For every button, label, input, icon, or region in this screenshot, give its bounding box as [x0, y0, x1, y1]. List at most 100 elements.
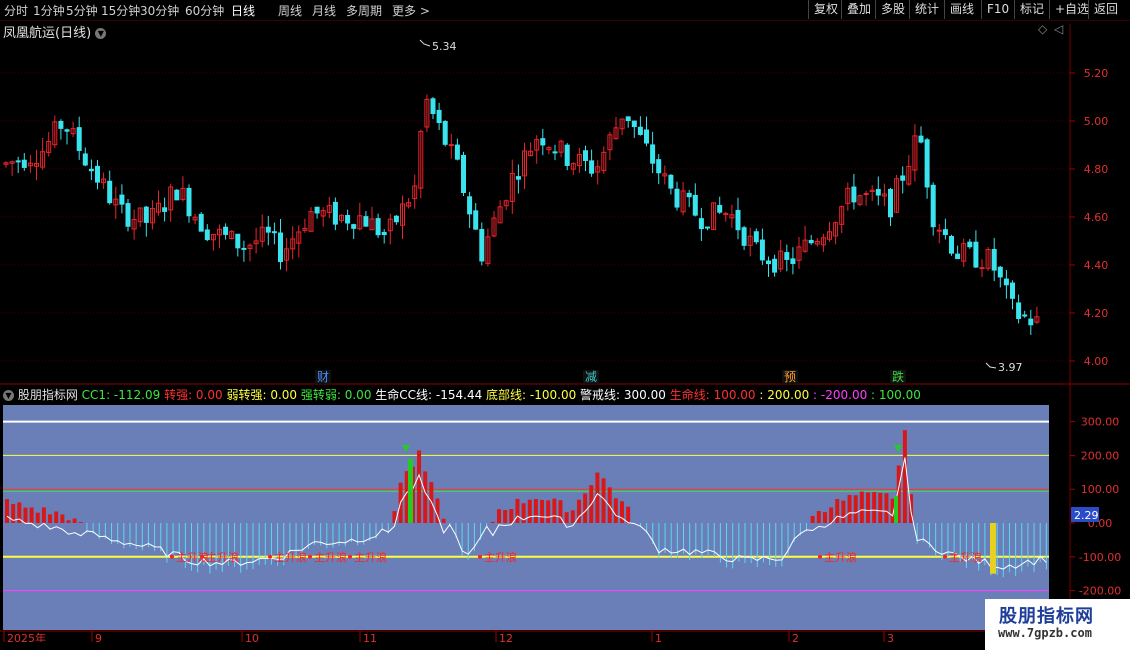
- candle-body: [997, 266, 1003, 278]
- toolbar-button-2[interactable]: 多股: [875, 0, 910, 19]
- candle-body: [64, 129, 70, 132]
- price-tick: 4.40: [1084, 259, 1109, 272]
- candle-body: [119, 194, 125, 205]
- candle-body: [918, 135, 924, 143]
- candle-body: [375, 218, 381, 236]
- histogram-bar-up: [552, 498, 557, 523]
- candle-body: [991, 248, 997, 271]
- signal-bar-green-2: [894, 495, 898, 523]
- event-marker-1: 减: [585, 370, 597, 384]
- candle-body: [698, 218, 704, 230]
- candle-body: [88, 168, 94, 172]
- candle-body: [979, 267, 985, 270]
- wave-label-2: 主升浪: [274, 550, 307, 564]
- indicator-name: 股朋指标网: [17, 388, 78, 402]
- candle-body: [936, 229, 942, 232]
- indicator-tick: -200.00: [1079, 585, 1121, 598]
- indicator-value-3: 强转弱: 0.00: [297, 388, 372, 402]
- current-value-text: 2.29: [1074, 509, 1099, 522]
- histogram-bar-up: [417, 450, 422, 523]
- event-marker-3: 跌: [892, 369, 904, 384]
- candle-body: [186, 187, 192, 217]
- histogram-bar-up: [66, 520, 71, 523]
- toolbar-button-5[interactable]: F10: [981, 0, 1014, 19]
- candle-body: [589, 160, 595, 174]
- histogram-bar-up: [29, 507, 34, 523]
- date-tick-7: 3: [887, 632, 894, 642]
- candle-body: [650, 144, 656, 164]
- wave-label-4: 主升浪: [354, 550, 387, 564]
- watermark-title: 股朋指标网: [999, 606, 1094, 627]
- candle-body: [949, 235, 954, 254]
- wave-label-7: 主升浪: [949, 550, 982, 564]
- kline-chart[interactable]: 5.20 5.00 4.80 4.60 4.40 4.20 4.00 5.34 3.97 财 减 预 跌…: [0, 22, 1130, 642]
- indicator-value-10: : 100.00: [867, 388, 921, 402]
- candle-body: [924, 139, 930, 188]
- date-tick-3: 11: [363, 632, 377, 642]
- histogram-bar-up: [533, 499, 538, 523]
- candle-body: [766, 260, 771, 265]
- tab-timeframe-6[interactable]: 日线: [231, 2, 255, 19]
- candle-body: [76, 127, 82, 151]
- histogram-bar-up: [503, 510, 508, 523]
- candle-body: [863, 193, 869, 196]
- toolbar-button-4[interactable]: 画线: [944, 0, 979, 19]
- tab-timeframe-3[interactable]: 15分钟: [101, 2, 140, 19]
- tab-timeframe-2[interactable]: 5分钟: [66, 2, 98, 19]
- histogram-bar-up: [816, 511, 821, 523]
- event-marker-2: 预: [784, 370, 796, 384]
- wave-dot: [943, 554, 947, 559]
- tab-timeframe-0[interactable]: 分时: [4, 2, 28, 19]
- indicator-toggle-icon[interactable]: ▼: [3, 390, 14, 401]
- candle-body: [448, 144, 454, 147]
- candle-body: [162, 207, 168, 212]
- histogram-bar-up: [835, 499, 840, 523]
- candle-body: [875, 188, 881, 196]
- histogram-bar-up: [60, 514, 65, 523]
- histogram-bar-up: [441, 518, 446, 523]
- indicator-value-1: 转强: 0.00: [160, 388, 223, 402]
- tab-timeframe-7[interactable]: 周线: [278, 2, 302, 19]
- histogram-bar-up: [626, 506, 631, 523]
- candle-body: [1016, 302, 1022, 319]
- histogram-bar-up: [490, 521, 495, 523]
- tab-timeframe-5[interactable]: 60分钟: [185, 2, 224, 19]
- tab-timeframe-9[interactable]: 多周期: [346, 2, 382, 19]
- tab-timeframe-1[interactable]: 1分钟: [33, 2, 65, 19]
- toolbar-button-8[interactable]: 返回: [1088, 0, 1123, 19]
- candle-body: [461, 154, 466, 193]
- candle-body: [888, 188, 893, 218]
- price-tick: 5.20: [1084, 67, 1109, 80]
- histogram-bar-up: [564, 512, 569, 523]
- candle-body: [21, 159, 27, 168]
- candle-body: [942, 229, 948, 236]
- candle-body: [631, 120, 637, 128]
- histogram-bar-up: [872, 492, 877, 523]
- toolbar-button-0[interactable]: 复权: [808, 0, 843, 19]
- tab-timeframe-4[interactable]: 30分钟: [140, 2, 179, 19]
- candle-body: [784, 252, 790, 260]
- histogram-bar-up: [5, 499, 9, 523]
- tab-timeframe-10[interactable]: 更多 >: [392, 2, 430, 19]
- indicator-tick: -100.00: [1079, 551, 1121, 564]
- high-price-label: 5.34: [432, 40, 457, 53]
- candle-body: [107, 180, 113, 204]
- candle-body: [95, 165, 100, 183]
- date-tick-1: 9: [95, 632, 102, 642]
- toolbar-button-1[interactable]: 叠加: [841, 0, 876, 19]
- tab-timeframe-8[interactable]: 月线: [312, 2, 336, 19]
- candle-body: [82, 153, 88, 166]
- wave-dot: [170, 554, 174, 559]
- candle-body: [467, 196, 473, 215]
- histogram-bar-up: [72, 518, 77, 523]
- wave-dot: [308, 554, 312, 559]
- toolbar-button-3[interactable]: 统计: [909, 0, 944, 19]
- candle-body: [753, 231, 759, 243]
- price-tick: 4.60: [1084, 211, 1109, 224]
- date-tick-0: 2025年: [7, 631, 46, 642]
- histogram-bar-up: [540, 499, 545, 523]
- wave-dot: [478, 554, 482, 559]
- histogram-bar-up: [810, 515, 815, 523]
- candle-body: [900, 175, 906, 181]
- toolbar-button-6[interactable]: 标记: [1014, 0, 1049, 19]
